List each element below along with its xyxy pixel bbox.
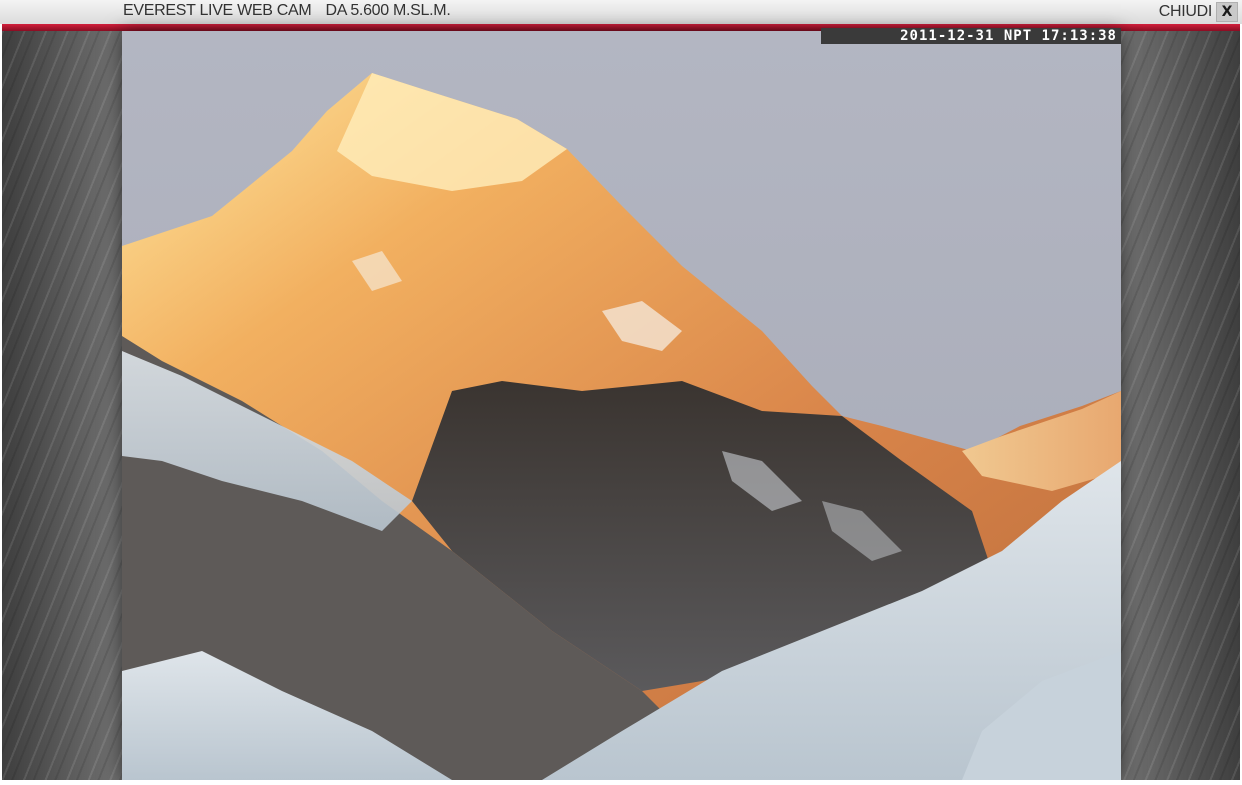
mountain-photo-icon — [122, 31, 1121, 780]
window-title: EVEREST LIVE WEB CAM DA 5.600 M.SL.M. — [123, 2, 451, 20]
close-button[interactable]: CHIUDI X — [1159, 1, 1238, 23]
title-label: EVEREST LIVE WEB CAM — [123, 2, 312, 19]
webcam-timestamp: 2011-12-31 NPT 17:13:38 — [821, 28, 1121, 44]
close-icon[interactable]: X — [1216, 2, 1238, 22]
bottom-border — [0, 780, 1242, 785]
altitude-label: DA 5.600 M.SL.M. — [325, 2, 451, 19]
close-label[interactable]: CHIUDI — [1159, 3, 1213, 21]
title-bar: EVEREST LIVE WEB CAM DA 5.600 M.SL.M. CHI… — [0, 0, 1242, 24]
webcam-image — [122, 31, 1121, 780]
